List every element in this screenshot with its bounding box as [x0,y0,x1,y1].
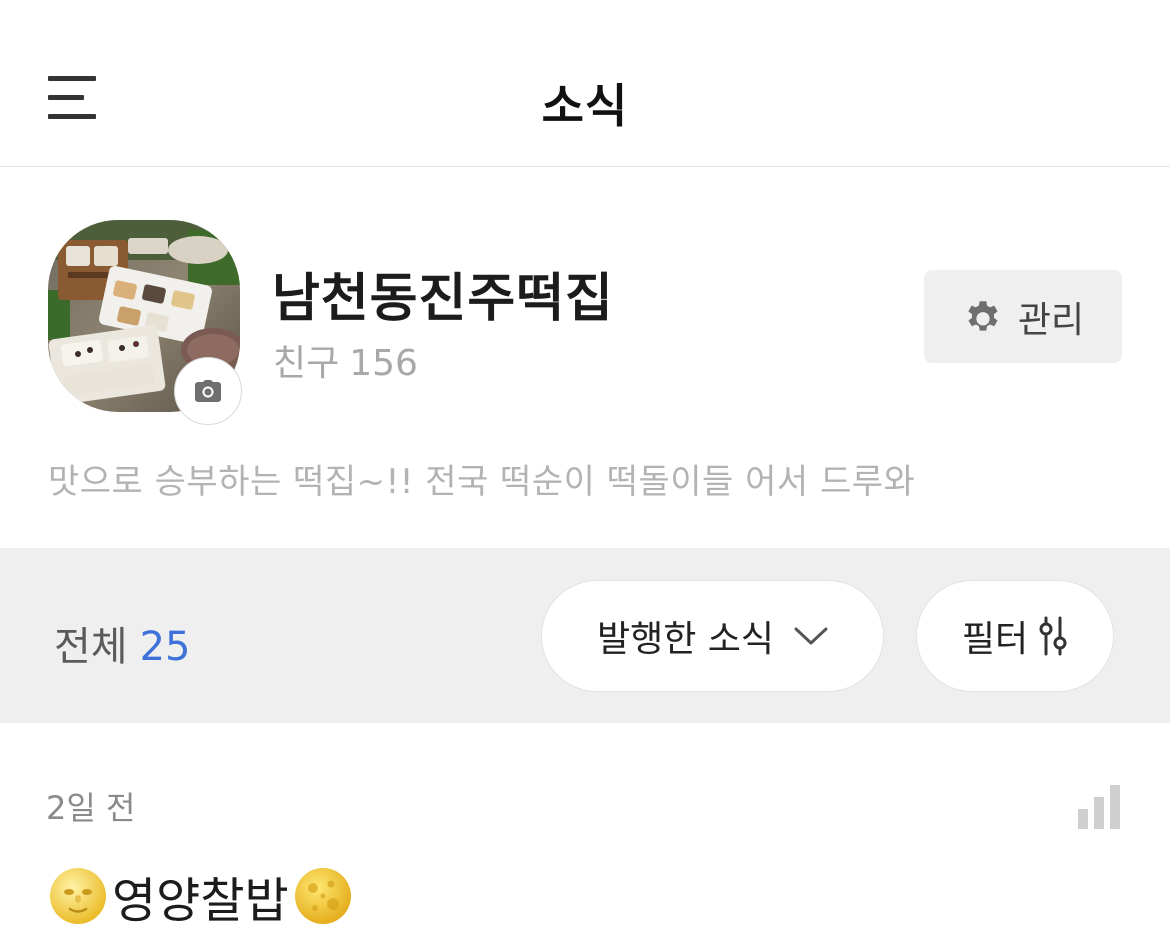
gear-icon [968,300,998,331]
filter-label: 필터 [961,619,1029,660]
post-filter-bar: 전체 25 발행한 소식 필터 [0,548,1170,723]
bar-chart-icon[interactable] [1078,785,1122,829]
post-title: 영양찰밥 [48,861,353,931]
camera-icon [195,380,221,402]
channel-profile: 남천동진주떡집 친구 156 관리 맛으로 승부하는 떡집~!! 전국 떡순이 떡… [0,168,1170,548]
top-bar: 소식 [0,0,1170,167]
sliders-icon [1039,616,1067,656]
post-time: 2일 전 [46,789,136,827]
post-title-text: 영양찰밥 [112,873,289,929]
total-label: 전체 [54,624,128,670]
total-count: 전체 25 [54,614,191,672]
manage-button[interactable]: 관리 [924,270,1122,363]
total-number: 25 [139,624,191,670]
published-posts-label: 발행한 소식 [596,619,775,660]
channel-name: 남천동진주떡집 [272,269,614,329]
chevron-down-icon [794,627,828,645]
full-moon-emoji-icon [294,868,351,924]
friends-count: 친구 156 [273,334,418,386]
friends-label: 친구 [273,343,340,384]
change-photo-button[interactable] [174,357,242,425]
page-title: 소식 [541,79,629,133]
friends-number: 156 [349,343,418,384]
filter-button[interactable]: 필터 [916,580,1114,692]
full-moon-face-emoji-icon [50,868,106,924]
published-posts-dropdown[interactable]: 발행한 소식 [541,580,884,692]
post-item[interactable]: 2일 전 영양찰밥 [0,723,1170,936]
channel-intro: 맛으로 승부하는 떡집~!! 전국 떡순이 떡돌이들 어서 드루와 [48,462,916,502]
manage-label: 관리 [1017,299,1085,341]
